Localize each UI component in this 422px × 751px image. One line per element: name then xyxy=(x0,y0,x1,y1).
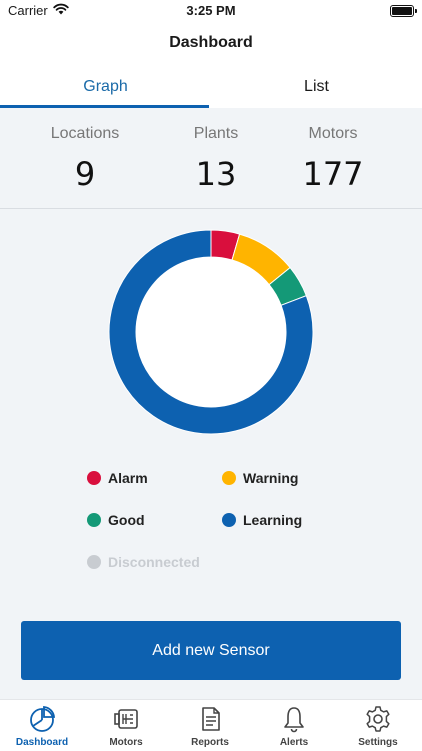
legend-alarm[interactable]: Alarm xyxy=(87,470,148,486)
legend-disconnected[interactable]: Disconnected xyxy=(87,554,200,570)
legend-label: Alarm xyxy=(108,470,148,486)
legend-swatch xyxy=(222,471,236,485)
summary-stats: Locations 9 Plants 13 Motors 177 xyxy=(0,108,422,208)
legend-label: Good xyxy=(108,512,145,528)
legend-label: Warning xyxy=(243,470,299,486)
tabbar-reports[interactable]: Reports xyxy=(168,700,252,751)
tabbar-label: Dashboard xyxy=(15,737,69,748)
legend-swatch xyxy=(87,555,101,569)
status-bar: Carrier 3:25 PM xyxy=(0,0,422,24)
stat-label: Locations xyxy=(50,125,120,142)
status-time: 3:25 PM xyxy=(186,3,236,18)
gear-icon xyxy=(366,706,390,732)
legend-swatch xyxy=(222,513,236,527)
stat-value: 177 xyxy=(302,155,364,193)
divider xyxy=(0,208,422,209)
stat-motors: Motors 177 xyxy=(263,125,403,193)
dashboard-content: Locations 9 Plants 13 Motors 177 Alarm W… xyxy=(0,108,422,699)
tabbar-label: Settings xyxy=(358,737,398,748)
tabbar-alerts[interactable]: Alerts xyxy=(252,700,336,751)
battery-icon xyxy=(390,5,417,17)
stat-label: Motors xyxy=(308,125,358,142)
legend-swatch xyxy=(87,471,101,485)
document-icon xyxy=(202,707,220,731)
tabbar-settings[interactable]: Settings xyxy=(336,700,420,751)
tabbar-label: Alerts xyxy=(279,737,309,748)
dashboard-pie-icon xyxy=(30,706,55,732)
legend-label: Learning xyxy=(243,512,303,528)
legend-good[interactable]: Good xyxy=(87,512,145,528)
bottom-tab-bar: Dashboard Motors Reports Alerts Settings xyxy=(0,699,422,751)
legend-swatch xyxy=(87,513,101,527)
page-title: Dashboard xyxy=(169,34,253,51)
add-sensor-button[interactable]: Add new Sensor xyxy=(21,621,401,680)
legend-label: Disconnected xyxy=(108,554,200,570)
stat-value: 9 xyxy=(74,155,96,193)
tabbar-motors[interactable]: Motors xyxy=(84,700,168,751)
tab-list[interactable]: List xyxy=(211,68,422,108)
tabbar-dashboard[interactable]: Dashboard xyxy=(0,700,84,751)
tabbar-label: Reports xyxy=(191,737,229,748)
status-donut-chart[interactable] xyxy=(105,226,317,438)
tabbar-label: Motors xyxy=(109,737,143,748)
tab-graph[interactable]: Graph xyxy=(0,68,211,108)
view-tabs: Graph List xyxy=(0,68,422,108)
donut-hole xyxy=(136,257,286,407)
bell-icon xyxy=(284,707,304,733)
stat-locations: Locations 9 xyxy=(15,125,155,193)
legend-warning[interactable]: Warning xyxy=(222,470,298,486)
motor-icon xyxy=(114,709,138,729)
legend-learning[interactable]: Learning xyxy=(222,512,302,528)
